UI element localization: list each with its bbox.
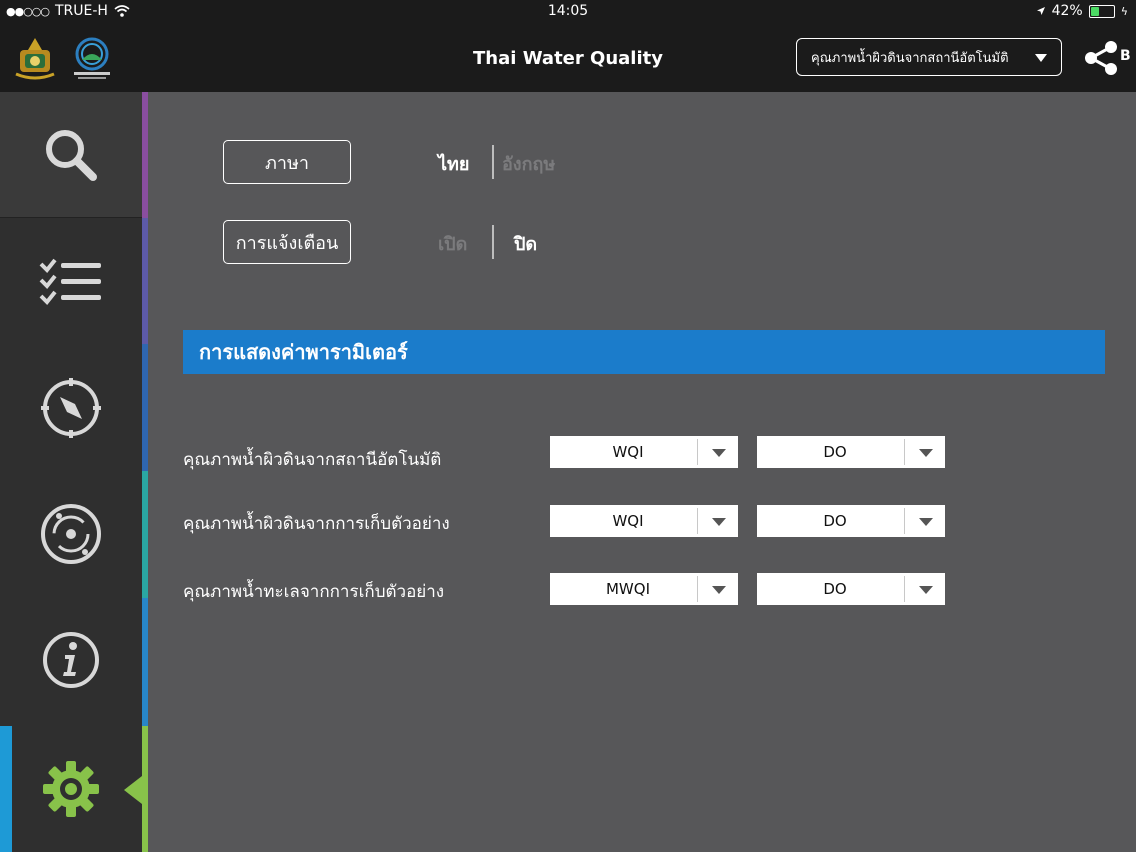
parameter-select[interactable]: DO bbox=[757, 505, 945, 537]
row-label: คุณภาพน้ำทะเลจากการเก็บตัวอย่าง bbox=[183, 582, 445, 602]
triangle-down-icon bbox=[712, 449, 726, 457]
sidebar-stripe bbox=[142, 471, 148, 598]
language-option-thai[interactable]: ไทย bbox=[438, 149, 469, 178]
battery-icon bbox=[1088, 4, 1115, 18]
gear-icon bbox=[43, 761, 99, 817]
index-select-value: WQI bbox=[612, 512, 644, 530]
sidebar-stripe bbox=[142, 598, 148, 726]
divider bbox=[904, 439, 905, 465]
sidebar-nav bbox=[0, 92, 142, 852]
station-type-select[interactable]: คุณภาพน้ำผิวดินจากสถานีอัตโนมัติ bbox=[796, 38, 1062, 76]
app-header: Thai Water Quality คุณภาพน้ำผิวดินจากสถา… bbox=[0, 24, 1136, 92]
row-label: คุณภาพน้ำผิวดินจากสถานีอัตโนมัติ bbox=[183, 450, 442, 470]
divider bbox=[697, 576, 698, 602]
parameter-select-value: DO bbox=[823, 512, 847, 530]
index-select[interactable]: WQI bbox=[550, 436, 738, 468]
notification-option-off[interactable]: ปิด bbox=[514, 229, 537, 258]
language-option-english[interactable]: อังกฤษ bbox=[502, 149, 555, 178]
share-trailing-text: B bbox=[1120, 48, 1131, 64]
divider bbox=[697, 508, 698, 534]
compass-icon bbox=[41, 378, 101, 438]
triangle-down-icon bbox=[919, 449, 933, 457]
sidebar-stripe bbox=[142, 344, 148, 471]
language-label: ภาษา bbox=[265, 152, 309, 174]
notification-option-on[interactable]: เปิด bbox=[438, 229, 467, 258]
parameter-section-header: การแสดงค่าพารามิเตอร์ bbox=[183, 330, 1105, 374]
sidebar-item-list[interactable] bbox=[0, 219, 142, 345]
triangle-down-icon bbox=[919, 586, 933, 594]
divider bbox=[904, 576, 905, 602]
triangle-down-icon bbox=[712, 518, 726, 526]
active-indicator bbox=[0, 726, 12, 852]
index-select[interactable]: MWQI bbox=[550, 573, 738, 605]
status-bar: ●●○○○ TRUE-H 14:05 42% ϟ bbox=[0, 0, 1136, 24]
parameter-select[interactable]: DO bbox=[757, 436, 945, 468]
row-label: คุณภาพน้ำผิวดินจากการเก็บตัวอย่าง bbox=[183, 514, 450, 534]
active-pointer bbox=[124, 776, 142, 804]
location-icon bbox=[1036, 7, 1045, 15]
parameter-select-value: DO bbox=[823, 580, 847, 598]
triangle-down-icon bbox=[712, 586, 726, 594]
divider bbox=[492, 225, 494, 259]
battery-percent: 42% bbox=[1051, 3, 1083, 19]
sidebar-item-compass[interactable] bbox=[0, 345, 142, 471]
notification-label: การแจ้งเตือน bbox=[235, 232, 339, 254]
sidebar-stripe bbox=[142, 726, 148, 852]
clock: 14:05 bbox=[547, 3, 589, 19]
station-type-select-value: คุณภาพน้ำผิวดินจากสถานีอัตโนมัติ bbox=[811, 50, 1009, 66]
index-select[interactable]: WQI bbox=[550, 505, 738, 537]
sidebar-stripe bbox=[142, 218, 148, 344]
info-icon bbox=[43, 632, 99, 688]
search-icon bbox=[46, 129, 97, 181]
section-title: การแสดงค่าพารามิเตอร์ bbox=[199, 340, 408, 364]
share-button[interactable]: B bbox=[1082, 40, 1131, 80]
parameter-select[interactable]: DO bbox=[757, 573, 945, 605]
sidebar-stripe bbox=[142, 92, 148, 218]
parameter-select-value: DO bbox=[823, 443, 847, 461]
triangle-down-icon bbox=[919, 518, 933, 526]
sidebar-item-info[interactable] bbox=[0, 597, 142, 723]
language-button[interactable]: ภาษา bbox=[223, 140, 351, 184]
divider bbox=[697, 439, 698, 465]
charging-icon: ϟ bbox=[1120, 4, 1128, 18]
divider bbox=[492, 145, 494, 179]
radar-icon bbox=[41, 504, 101, 564]
index-select-value: WQI bbox=[612, 443, 644, 461]
sidebar-item-radar[interactable] bbox=[0, 471, 142, 597]
sidebar-item-search[interactable] bbox=[0, 92, 142, 218]
sidebar-item-settings[interactable] bbox=[0, 726, 142, 852]
notification-button[interactable]: การแจ้งเตือน bbox=[223, 220, 351, 264]
index-select-value: MWQI bbox=[605, 580, 650, 598]
divider bbox=[904, 508, 905, 534]
caret-down-icon bbox=[1035, 54, 1047, 62]
share-icon bbox=[1085, 41, 1117, 75]
checklist-icon bbox=[39, 258, 101, 305]
